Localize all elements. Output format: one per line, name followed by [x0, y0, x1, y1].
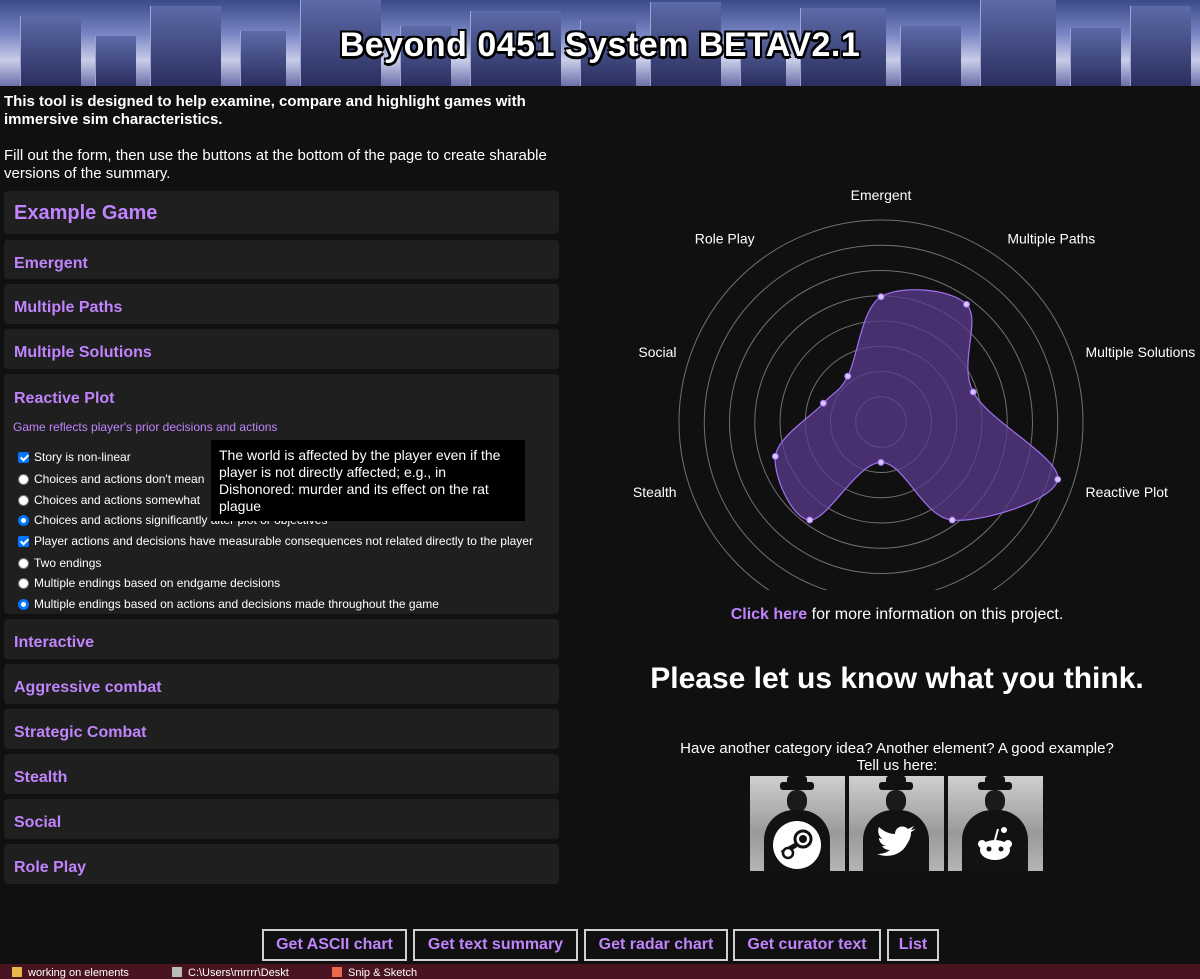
category-panel-emergent[interactable]: Emergent	[4, 240, 559, 279]
feedback-ask: Have another category idea? Another elem…	[600, 740, 1194, 774]
list-button[interactable]: List	[887, 929, 939, 961]
axis-label-8: Social	[638, 344, 676, 360]
option-endgame-endings[interactable]: Multiple endings based on endgame decisi…	[18, 576, 280, 590]
category-label[interactable]: Aggressive combat	[14, 679, 162, 697]
taskbar-label: C:\Users\mrrrr\Deskt	[188, 967, 289, 979]
radar-point-6	[806, 516, 814, 524]
category-label[interactable]: Social	[14, 814, 61, 832]
radar-point-4	[948, 516, 956, 524]
checkbox[interactable]	[18, 535, 29, 547]
taskbar-label: Snip & Sketch	[348, 967, 418, 979]
category-panel-strategic-combat[interactable]: Strategic Combat	[4, 709, 559, 749]
get-text-summary-button[interactable]: Get text summary	[413, 929, 578, 961]
taskbar-item[interactable]: Snip & Sketch	[332, 967, 417, 979]
radar-area	[774, 289, 1059, 521]
axis-label-2: Multiple Solutions	[1085, 344, 1195, 360]
radar-point-0	[877, 293, 885, 301]
steam-icon[interactable]	[750, 776, 845, 871]
info-text: for more information on this project.	[807, 606, 1064, 623]
axis-label-9: Role Play	[695, 230, 755, 246]
radar-point-7	[771, 452, 779, 460]
folder-icon	[12, 967, 22, 977]
category-label[interactable]: Interactive	[14, 634, 94, 652]
category-panel-stealth[interactable]: Stealth	[4, 754, 559, 794]
category-panel-multiple-solutions[interactable]: Multiple Solutions	[4, 329, 559, 369]
category-panel-role-play[interactable]: Role Play	[4, 844, 559, 884]
taskbar-item[interactable]: C:\Users\mrrrr\Deskt	[172, 967, 289, 979]
get-ascii-chart-button[interactable]: Get ASCII chart	[262, 929, 407, 961]
tooltip: The world is affected by the player even…	[211, 440, 525, 521]
taskbar-label: working on elements	[28, 967, 129, 979]
option-label: Player actions and decisions have measur…	[34, 534, 533, 548]
option-choices-somewhat[interactable]: Choices and actions somewhat	[18, 493, 200, 507]
axis-label-7: Stealth	[633, 484, 677, 500]
radar-point-2	[969, 388, 977, 396]
option-two-endings[interactable]: Two endings	[18, 556, 101, 570]
radar-point-3	[1054, 475, 1062, 483]
get-curator-text-button[interactable]: Get curator text	[733, 929, 881, 961]
category-panel-multiple-paths[interactable]: Multiple Paths	[4, 284, 559, 324]
feedback-prompt: Tell us here:	[856, 757, 938, 774]
radio[interactable]	[18, 473, 29, 485]
option-label: Multiple endings based on endgame decisi…	[34, 576, 281, 590]
axis-label-1: Multiple Paths	[1007, 230, 1095, 246]
radio[interactable]	[18, 598, 29, 610]
terminal-icon	[172, 967, 182, 977]
page-title: Beyond 0451 System BETAV2.1	[339, 26, 861, 64]
feedback-heading: Please let us know what you think.	[650, 662, 1144, 695]
category-label[interactable]: Stealth	[14, 769, 67, 787]
category-panel-aggressive-combat[interactable]: Aggressive combat	[4, 664, 559, 704]
category-label[interactable]: Emergent	[14, 255, 88, 273]
game-title-panel[interactable]: Example Game	[4, 191, 559, 234]
option-story-non-linear[interactable]: Story is non-linear	[18, 450, 131, 464]
radar-point-9	[844, 372, 852, 380]
intro-text: This tool is designed to help examine, c…	[4, 93, 584, 183]
taskbar: working on elements C:\Users\mrrrr\Deskt…	[0, 964, 1200, 979]
export-buttons: Get ASCII chart Get text summary Get rad…	[0, 929, 1200, 961]
category-label[interactable]: Multiple Paths	[14, 299, 122, 317]
axis-label-3: Reactive Plot	[1085, 484, 1168, 500]
option-choices-dont-mean[interactable]: Choices and actions don't mean	[18, 472, 204, 486]
radar-chart: Emergent Multiple Paths Multiple Solutions…	[620, 140, 1200, 657]
radio[interactable]	[18, 514, 29, 526]
category-label[interactable]: Multiple Solutions	[14, 344, 152, 362]
intro-instructions: Fill out the form, then use the buttons …	[4, 147, 547, 182]
checkbox[interactable]	[18, 451, 29, 463]
category-subtitle: Game reflects player's prior decisions a…	[13, 420, 278, 434]
category-label[interactable]: Strategic Combat	[14, 724, 146, 742]
category-panel-interactive[interactable]: Interactive	[4, 619, 559, 659]
info-link[interactable]: Click here	[731, 606, 807, 623]
option-label: Choices and actions somewhat	[34, 493, 201, 507]
game-title[interactable]: Example Game	[14, 202, 157, 225]
category-panel-social[interactable]: Social	[4, 799, 559, 839]
option-label: Two endings	[34, 556, 102, 570]
radio[interactable]	[18, 494, 29, 506]
radio[interactable]	[18, 577, 29, 589]
twitter-icon[interactable]	[849, 776, 944, 871]
category-label[interactable]: Reactive Plot	[14, 390, 114, 408]
radar-point-1	[962, 300, 970, 308]
option-label: Choices and actions don't mean	[34, 472, 205, 486]
category-label[interactable]: Role Play	[14, 859, 86, 877]
social-links	[750, 776, 1050, 872]
reddit-icon[interactable]	[948, 776, 1043, 871]
header-banner: Beyond 0451 System BETAV2.1	[0, 0, 1200, 86]
option-throughout-endings[interactable]: Multiple endings based on actions and de…	[18, 597, 439, 611]
axis-label-0: Emergent	[851, 187, 912, 203]
radar-point-8	[819, 399, 827, 407]
get-radar-chart-button[interactable]: Get radar chart	[584, 929, 728, 961]
intro-description: This tool is designed to help examine, c…	[4, 93, 526, 128]
feedback-question: Have another category idea? Another elem…	[680, 740, 1114, 757]
radar-chart-svg: Emergent Multiple Paths Multiple Solutions…	[633, 187, 1195, 657]
option-label: Story is non-linear	[34, 450, 131, 464]
snip-icon	[332, 967, 342, 977]
radar-point-5	[877, 458, 885, 466]
option-label: Multiple endings based on actions and de…	[34, 597, 439, 611]
taskbar-item[interactable]: working on elements	[12, 967, 129, 979]
info-line: Click here for more information on this …	[600, 606, 1194, 624]
radio[interactable]	[18, 557, 29, 569]
option-measurable-consequences[interactable]: Player actions and decisions have measur…	[18, 534, 533, 548]
